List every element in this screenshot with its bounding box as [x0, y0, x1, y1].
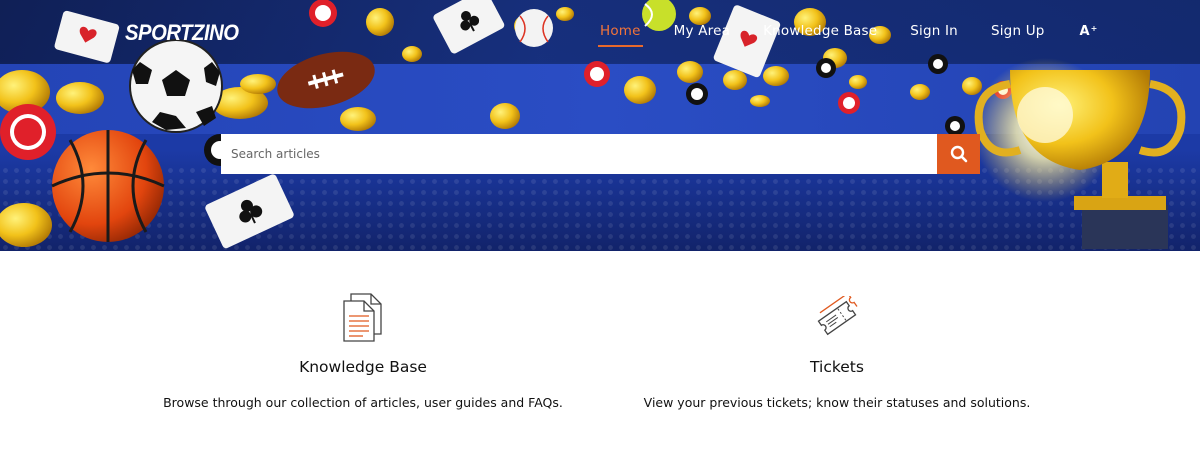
- search-bar: [221, 134, 980, 174]
- font-size-icon[interactable]: A +: [1080, 24, 1098, 39]
- documents-icon: [343, 293, 382, 342]
- card-icon-wrap: [617, 290, 1057, 346]
- soccer-ball-icon: [129, 39, 223, 133]
- baseball-icon: [515, 9, 553, 47]
- card-title[interactable]: Knowledge Base: [143, 358, 583, 376]
- brand-name: SPORTZINO: [125, 20, 239, 45]
- nav-item-my-area[interactable]: My Area: [674, 23, 730, 39]
- knowledge-base-card[interactable]: Knowledge Base Browse through our collec…: [143, 290, 583, 410]
- brand-logo[interactable]: SPORTZINO: [125, 19, 248, 47]
- search-icon: [950, 145, 967, 163]
- card-description: Browse through our collection of article…: [163, 395, 563, 410]
- ticket-icon: [817, 296, 858, 336]
- search-input[interactable]: [221, 134, 937, 174]
- trophy-icon: [973, 58, 1186, 249]
- card-icon-wrap: [143, 290, 583, 346]
- card-title[interactable]: Tickets: [617, 358, 1057, 376]
- hero-banner: SPORTZINO Home My Area Knowledge Base Si…: [0, 0, 1200, 251]
- nav-item-sign-in[interactable]: Sign In: [910, 23, 958, 39]
- nav-item-knowledge-base[interactable]: Knowledge Base: [763, 23, 877, 39]
- search-button[interactable]: [937, 134, 980, 174]
- main-nav: Home My Area Knowledge Base Sign In Sign…: [598, 18, 1098, 47]
- tickets-card[interactable]: Tickets View your previous tickets; know…: [617, 290, 1057, 410]
- football-icon: [277, 51, 375, 109]
- card-description: View your previous tickets; know their s…: [643, 395, 1031, 410]
- basketball-icon: [51, 130, 165, 242]
- nav-item-home[interactable]: Home: [598, 23, 643, 47]
- nav-item-sign-up[interactable]: Sign Up: [991, 23, 1045, 39]
